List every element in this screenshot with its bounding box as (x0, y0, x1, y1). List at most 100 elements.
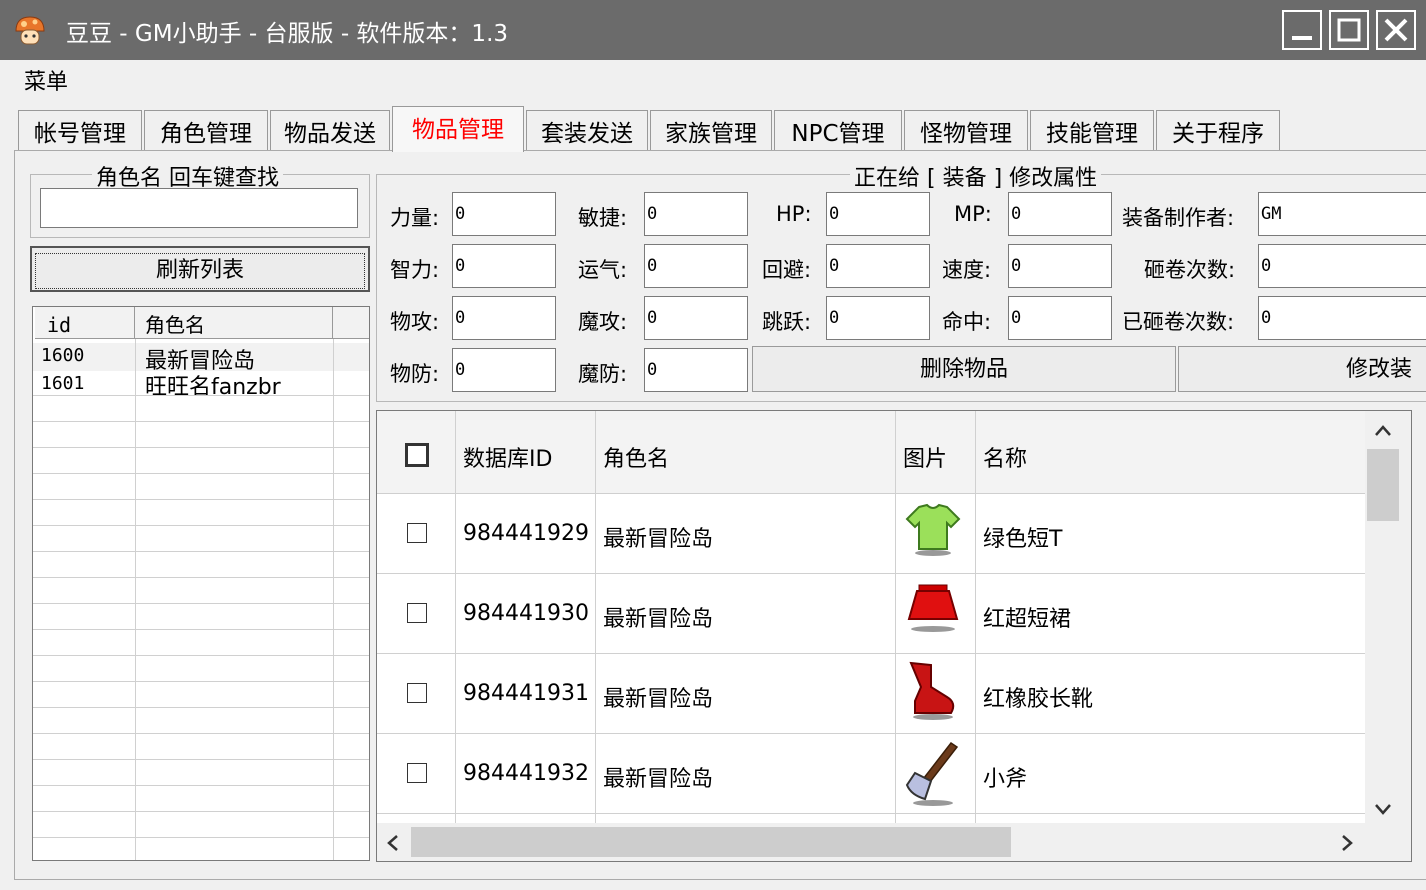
col-image[interactable]: 图片 (903, 441, 947, 473)
close-icon (1384, 18, 1408, 42)
scroll-right-icon[interactable] (1339, 833, 1355, 853)
label-upgrades: 砸卷次数: (1144, 258, 1236, 282)
tab-guild[interactable]: 家族管理 (650, 110, 772, 150)
row-checkbox[interactable] (407, 683, 427, 703)
input-luk[interactable]: 0 (644, 244, 748, 288)
label-wdef: 物防: (390, 362, 440, 386)
green-shirt-icon (905, 503, 961, 556)
list-gridline (33, 837, 369, 838)
grid-gridline (975, 411, 976, 861)
input-matk[interactable]: 0 (644, 296, 748, 340)
list-gridline (33, 551, 369, 552)
scroll-left-icon[interactable] (385, 833, 401, 853)
input-upgrades[interactable]: 0 (1258, 244, 1426, 288)
axe-icon (905, 741, 959, 806)
label-avoid: 回避: (762, 258, 812, 282)
row-checkbox[interactable] (407, 603, 427, 623)
label-maker: 装备制作者: (1122, 206, 1235, 230)
delete-item-button[interactable]: 删除物品 (752, 346, 1176, 392)
input-dex[interactable]: 0 (644, 192, 748, 236)
list-row-id[interactable]: 1600 (41, 345, 84, 366)
row-checkbox[interactable] (407, 523, 427, 543)
label-acc: 命中: (942, 310, 992, 334)
list-gridline (33, 447, 369, 448)
list-row-id[interactable]: 1601 (41, 373, 84, 394)
tab-monster[interactable]: 怪物管理 (904, 110, 1028, 150)
list-gridline (33, 681, 369, 682)
row-char-name: 最新冒险岛 (603, 767, 714, 792)
input-int[interactable]: 0 (452, 244, 556, 288)
input-hp[interactable]: 0 (826, 192, 930, 236)
input-jump[interactable]: 0 (826, 296, 930, 340)
character-search-input[interactable] (40, 188, 358, 228)
input-maker[interactable]: GM (1258, 192, 1426, 236)
character-list[interactable]: id 角色名 1600 最新冒险岛 1601 旺旺名fanzbr (32, 306, 370, 861)
col-character-name[interactable]: 角色名 (135, 307, 333, 339)
scroll-down-icon[interactable] (1373, 801, 1393, 817)
mushroom-app-icon (15, 16, 45, 45)
list-gridline (33, 811, 369, 812)
maximize-button[interactable] (1329, 10, 1369, 50)
tab-skill[interactable]: 技能管理 (1030, 110, 1154, 150)
input-mdef[interactable]: 0 (644, 348, 748, 392)
row-checkbox[interactable] (407, 763, 427, 783)
input-speed[interactable]: 0 (1008, 244, 1112, 288)
tab-account[interactable]: 帐号管理 (18, 110, 142, 150)
tab-npc[interactable]: NPC管理 (774, 110, 902, 150)
label-str: 力量: (390, 206, 440, 230)
label-int: 智力: (390, 258, 440, 282)
input-avoid[interactable]: 0 (826, 244, 930, 288)
input-used-upgrades[interactable]: 0 (1258, 296, 1426, 340)
close-button[interactable] (1376, 10, 1416, 50)
label-mp: MP: (954, 202, 992, 226)
menu-item-main[interactable]: 菜单 (24, 64, 68, 96)
window-title: 豆豆 - GM小助手 - 台服版 - 软件版本：1.3 (66, 21, 509, 47)
vertical-scroll-thumb[interactable] (1367, 449, 1399, 521)
red-skirt-icon (907, 584, 959, 632)
horizontal-scroll-thumb[interactable] (411, 827, 1011, 857)
tab-item-manage[interactable]: 物品管理 (392, 106, 524, 152)
input-mp[interactable]: 0 (1008, 192, 1112, 236)
list-gridline (33, 473, 369, 474)
row-item-name: 小斧 (983, 767, 1028, 792)
modify-equip-button[interactable]: 修改装 (1178, 346, 1426, 392)
tab-about[interactable]: 关于程序 (1156, 110, 1280, 150)
tab-character[interactable]: 角色管理 (144, 110, 268, 150)
list-gridline (33, 759, 369, 760)
scroll-up-icon[interactable] (1373, 423, 1393, 439)
row-char-name: 最新冒险岛 (603, 607, 714, 632)
row-item-name: 红橡胶长靴 (983, 687, 1094, 712)
tab-item-send[interactable]: 物品发送 (270, 110, 390, 150)
grid-gridline (377, 733, 1365, 734)
input-wdef[interactable]: 0 (452, 348, 556, 392)
list-gridline (33, 421, 369, 422)
label-jump: 跳跃: (762, 310, 812, 334)
input-watk[interactable]: 0 (452, 296, 556, 340)
grid-gridline (377, 573, 1365, 574)
input-acc[interactable]: 0 (1008, 296, 1112, 340)
label-luk: 运气: (578, 258, 628, 282)
list-row-name[interactable]: 旺旺名fanzbr (145, 369, 281, 401)
col-item-name[interactable]: 名称 (983, 441, 1027, 473)
items-grid[interactable]: 数据库ID 角色名 图片 名称 984441929 最新冒险岛 绿色短T 984… (376, 410, 1412, 862)
grid-gridline (377, 813, 1365, 814)
col-db-id[interactable]: 数据库ID (463, 441, 552, 473)
grid-gridline (377, 653, 1365, 654)
minimize-button[interactable] (1282, 10, 1322, 50)
col-id[interactable]: id (35, 307, 135, 339)
list-gridline (33, 395, 369, 396)
col-empty (333, 307, 369, 339)
list-gridline (33, 733, 369, 734)
label-dex: 敏捷: (578, 206, 628, 230)
input-str[interactable]: 0 (452, 192, 556, 236)
tab-set-send[interactable]: 套装发送 (526, 110, 648, 150)
row-item-name: 绿色短T (983, 527, 1063, 552)
refresh-list-label: 刷新列表 (34, 253, 365, 289)
row-db-id: 984441931 (463, 681, 589, 706)
refresh-list-button[interactable]: 刷新列表 (30, 246, 370, 292)
grid-gridline (455, 411, 456, 861)
list-gridline (33, 785, 369, 786)
select-all-checkbox[interactable] (405, 443, 429, 467)
col-char-name[interactable]: 角色名 (603, 441, 669, 473)
label-watk: 物攻: (390, 310, 440, 334)
